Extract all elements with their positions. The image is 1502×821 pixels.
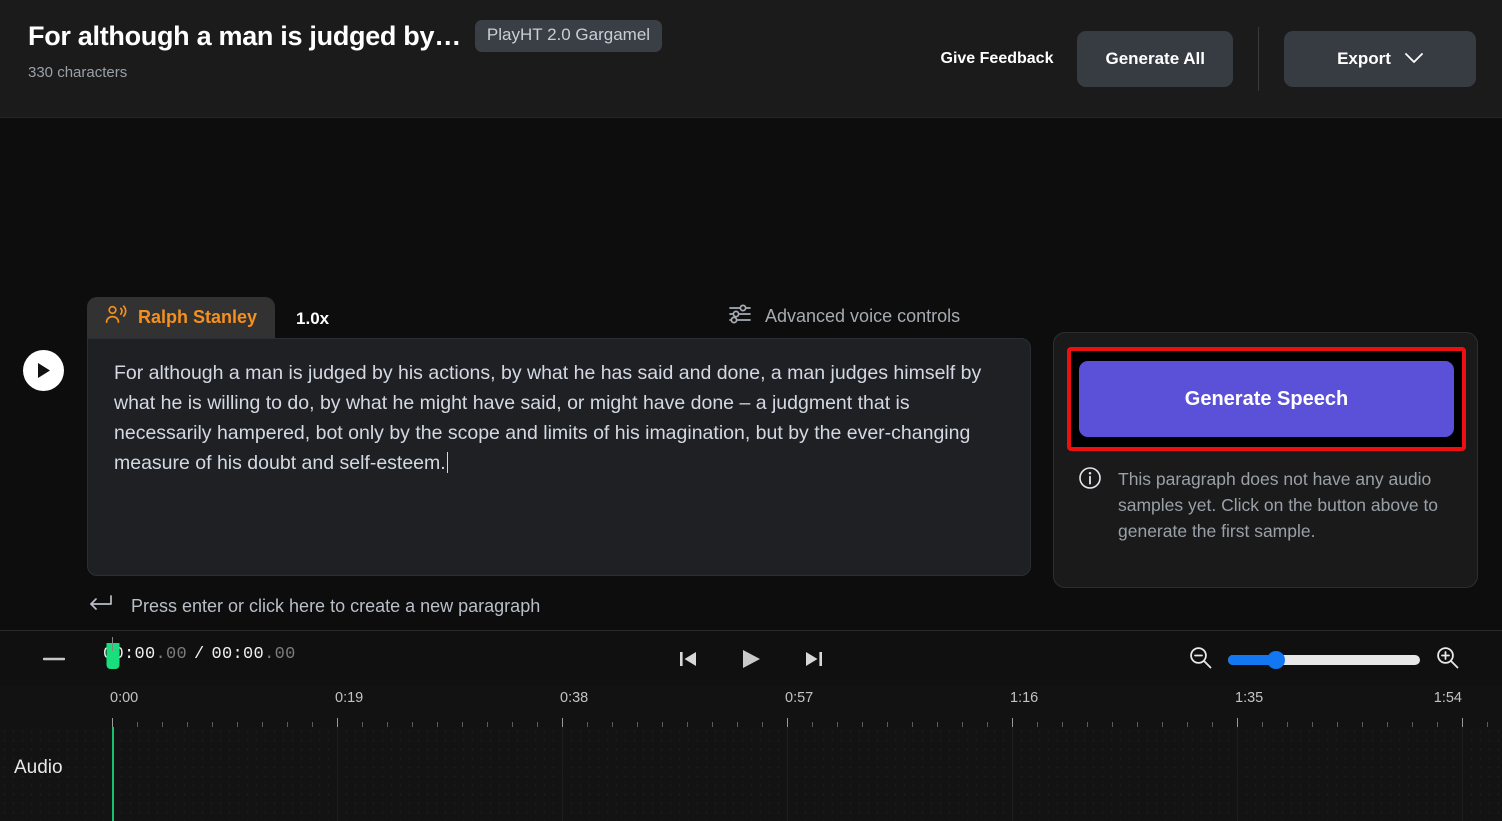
- ruler-label: 0:00: [110, 690, 138, 706]
- header-divider: [1258, 27, 1259, 91]
- voice-model-chip[interactable]: PlayHT 2.0 Gargamel: [475, 20, 662, 52]
- voice-selector-tab[interactable]: Ralph Stanley: [87, 297, 275, 338]
- character-count: 330 characters: [28, 64, 662, 81]
- track-gridline: [1012, 727, 1013, 821]
- track-gridline: [1237, 727, 1238, 821]
- track-gridline: [337, 727, 338, 821]
- zoom-in-icon[interactable]: [1435, 645, 1460, 675]
- timeline-panel: 00:00.00/00:00.00: [0, 630, 1502, 821]
- ruler-label: 0:57: [785, 690, 813, 706]
- paragraph-text-editor[interactable]: For although a man is judged by his acti…: [87, 338, 1031, 576]
- playht-studio-app: For although a man is judged by… PlayHT …: [0, 0, 1502, 821]
- editor-area: Ralph Stanley 1.0x Advanced voice contro…: [0, 118, 1502, 630]
- generate-speech-note-text: This paragraph does not have any audio s…: [1118, 466, 1460, 544]
- playhead-stem: [112, 637, 113, 651]
- zoom-controls: [1188, 645, 1460, 675]
- text-caret: [447, 452, 449, 473]
- zoom-slider-thumb[interactable]: [1267, 651, 1285, 669]
- play-button[interactable]: [737, 645, 765, 673]
- info-icon: [1078, 466, 1102, 544]
- playhead[interactable]: [112, 727, 114, 821]
- voice-speaker-icon: [105, 305, 127, 330]
- export-button[interactable]: Export: [1284, 31, 1476, 87]
- ruler-label: 0:38: [560, 690, 588, 706]
- playhead-handle[interactable]: [107, 643, 120, 669]
- paragraph-play-button[interactable]: [23, 350, 64, 391]
- generate-speech-note: This paragraph does not have any audio s…: [1078, 466, 1460, 544]
- new-paragraph-label: Press enter or click here to create a ne…: [131, 596, 540, 617]
- zoom-slider[interactable]: [1228, 655, 1420, 665]
- header-title-block: For although a man is judged by… PlayHT …: [28, 20, 662, 81]
- skip-to-start-button[interactable]: [675, 646, 701, 672]
- export-label: Export: [1337, 49, 1391, 69]
- generate-speech-highlight: Generate Speech: [1067, 347, 1466, 451]
- header-actions: Give Feedback Generate All Export: [927, 0, 1476, 118]
- app-header: For although a man is judged by… PlayHT …: [0, 0, 1502, 118]
- zoom-out-icon[interactable]: [1188, 645, 1213, 675]
- page-title: For although a man is judged by…: [28, 21, 461, 52]
- title-row: For although a man is judged by… PlayHT …: [28, 20, 662, 52]
- ruler-label: 1:16: [1010, 690, 1038, 706]
- generate-speech-button[interactable]: Generate Speech: [1079, 361, 1454, 437]
- advanced-voice-controls-button[interactable]: Advanced voice controls: [728, 304, 960, 329]
- paragraph-text: For although a man is judged by his acti…: [114, 358, 1004, 478]
- paragraph-text-content: For although a man is judged by his acti…: [114, 362, 987, 474]
- track-gridline: [787, 727, 788, 821]
- generate-speech-panel: Generate Speech This paragraph does not …: [1053, 332, 1478, 588]
- track-gridline: [1462, 727, 1463, 821]
- sliders-icon: [728, 304, 752, 329]
- new-paragraph-button[interactable]: Press enter or click here to create a ne…: [87, 594, 540, 619]
- advanced-voice-controls-label: Advanced voice controls: [765, 306, 960, 327]
- audio-track-lane[interactable]: Audio: [0, 727, 1502, 821]
- voice-tab-label: Ralph Stanley: [138, 307, 257, 328]
- playback-speed-selector[interactable]: 1.0x: [296, 309, 329, 329]
- chevron-down-icon: [1405, 49, 1423, 69]
- ruler-label: 0:19: [335, 690, 363, 706]
- ruler-label: 1:35: [1235, 690, 1263, 706]
- paragraph-tab-bar: Ralph Stanley 1.0x: [87, 297, 329, 338]
- skip-to-end-button[interactable]: [801, 646, 827, 672]
- enter-return-icon: [87, 594, 113, 619]
- track-gridline: [562, 727, 563, 821]
- track-label: Audio: [14, 757, 63, 779]
- transport-bar: 00:00.00/00:00.00: [0, 631, 1502, 686]
- generate-all-button[interactable]: Generate All: [1077, 31, 1233, 87]
- give-feedback-button[interactable]: Give Feedback: [927, 40, 1068, 78]
- ruler-label: 1:54: [1434, 690, 1462, 706]
